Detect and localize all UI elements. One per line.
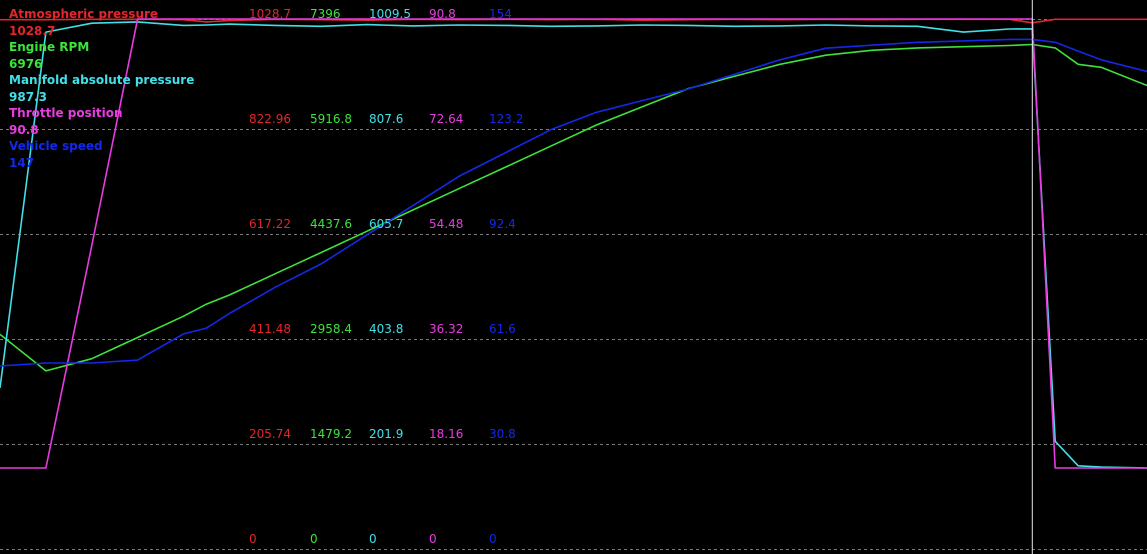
scale-label-throttle-position-4: 18.16: [429, 427, 463, 441]
scale-label-atmospheric-pressure-2: 617.22: [249, 217, 291, 231]
scale-label-manifold-absolute-pressure-1: 807.6: [369, 112, 403, 126]
scale-label-vehicle-speed-5: 0: [489, 532, 497, 546]
scale-label-throttle-position-5: 0: [429, 532, 437, 546]
scale-label-vehicle-speed-4: 30.8: [489, 427, 516, 441]
scale-label-throttle-position-2: 54.48: [429, 217, 463, 231]
legend-value-throttle-position: 90.8: [9, 122, 39, 137]
chart-area: 1028.7 7396 1009.5 90.8 154 822.96 5916.8 807.6…: [0, 0, 1147, 554]
scale-label-engine-rpm-4: 1479.2: [310, 427, 352, 441]
scale-label-engine-rpm-1: 5916.8: [310, 112, 352, 126]
scale-label-manifold-absolute-pressure-0: 1009.5: [369, 7, 411, 21]
scale-label-atmospheric-pressure-3: 411.48: [249, 322, 291, 336]
scale-label-vehicle-speed-3: 61.6: [489, 322, 516, 336]
legend-value-engine-rpm: 6976: [9, 56, 43, 71]
scale-label-atmospheric-pressure-4: 205.74: [249, 427, 291, 441]
scale-label-vehicle-speed-1: 123.2: [489, 112, 523, 126]
scale-label-atmospheric-pressure-1: 822.96: [249, 112, 291, 126]
scale-label-throttle-position-3: 36.32: [429, 322, 463, 336]
legend-name-manifold-absolute-pressure: Manifold absolute pressure: [9, 73, 195, 87]
scale-label-engine-rpm-2: 4437.6: [310, 217, 352, 231]
scale-label-vehicle-speed-0: 154: [489, 7, 512, 21]
legend-name-vehicle-speed: Vehicle speed: [9, 139, 103, 153]
legend-name-atmospheric-pressure: Atmospheric pressure: [9, 7, 159, 21]
legend-name-throttle-position: Throttle position: [9, 106, 123, 120]
legend: Atmospheric pressure 1028.7 Engine RPM 6976…: [9, 6, 194, 171]
scale-label-manifold-absolute-pressure-4: 201.9: [369, 427, 403, 441]
scale-label-manifold-absolute-pressure-3: 403.8: [369, 322, 403, 336]
scale-label-atmospheric-pressure-5: 0: [249, 532, 257, 546]
scale-label-vehicle-speed-2: 92.4: [489, 217, 516, 231]
scale-label-manifold-absolute-pressure-2: 605.7: [369, 217, 403, 231]
scale-label-engine-rpm-5: 0: [310, 532, 318, 546]
scale-label-engine-rpm-0: 7396: [310, 7, 341, 21]
scale-label-throttle-position-0: 90.8: [429, 7, 456, 21]
scale-label-atmospheric-pressure-0: 1028.7: [249, 7, 291, 21]
legend-name-engine-rpm: Engine RPM: [9, 40, 90, 54]
scale-label-throttle-position-1: 72.64: [429, 112, 463, 126]
scale-label-manifold-absolute-pressure-5: 0: [369, 532, 377, 546]
legend-value-manifold-absolute-pressure: 987.3: [9, 89, 47, 104]
scale-label-engine-rpm-3: 2958.4: [310, 322, 352, 336]
legend-value-vehicle-speed: 147: [9, 155, 35, 170]
legend-value-atmospheric-pressure: 1028.7: [9, 23, 56, 38]
